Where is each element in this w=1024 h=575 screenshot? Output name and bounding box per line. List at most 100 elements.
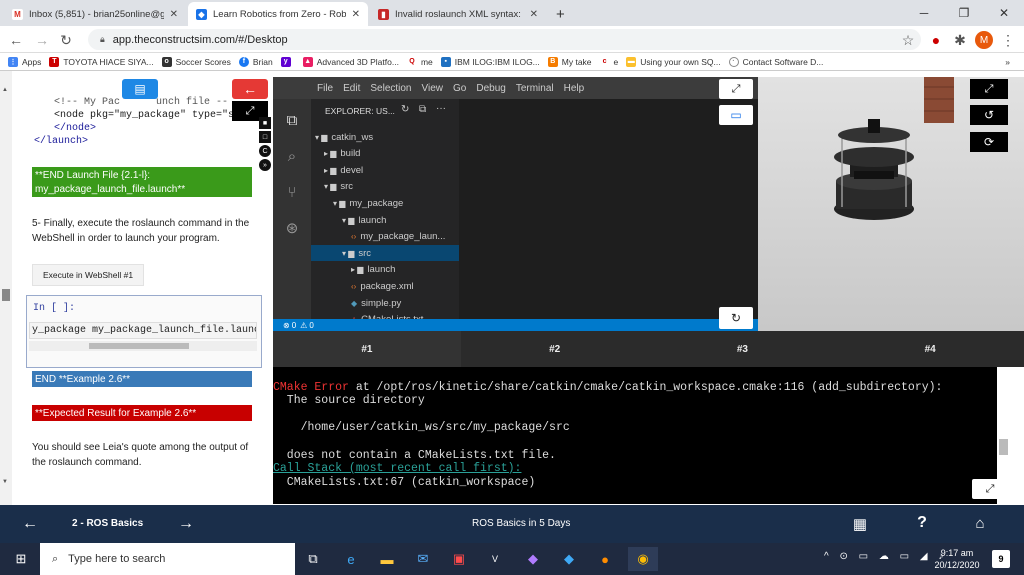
menu-selection[interactable]: Selection	[370, 83, 411, 94]
fast-forward-icon[interactable]: »	[259, 159, 271, 171]
tab-webshell-2[interactable]: #2	[461, 331, 649, 367]
explorer-item[interactable]: ‹› my_package_laun...	[311, 229, 459, 245]
tab-webshell-3[interactable]: #3	[649, 331, 837, 367]
bookmark-yahoo[interactable]: y	[280, 56, 295, 67]
visual-studio-icon[interactable]: ◆	[518, 547, 548, 571]
tab-learn-robotics[interactable]: ◆ Learn Robotics from Zero - Robo ✕	[188, 2, 368, 26]
explorer-item[interactable]: ▸ ▆ launch	[311, 262, 459, 278]
tab-webshell-4[interactable]: #4	[836, 331, 1024, 367]
cell-hscrollbar[interactable]	[29, 341, 257, 351]
pinterest-icon[interactable]: ●	[926, 30, 946, 50]
bookmark-sql[interactable]: ▬ Using your own SQ...	[626, 56, 721, 67]
reload-icon[interactable]: ↻	[719, 307, 753, 329]
reload-icon[interactable]: ↻	[56, 30, 76, 50]
scrollbar-thumb[interactable]	[89, 343, 189, 349]
explorer-item[interactable]: ▸ ▆ build	[311, 146, 459, 162]
clock[interactable]: 9:17 am 20/12/2020	[932, 547, 982, 571]
notifications-icon[interactable]: 9	[992, 550, 1010, 568]
menu-debug[interactable]: Debug	[476, 83, 505, 94]
menu-terminal[interactable]: Terminal	[516, 83, 554, 94]
menu-file[interactable]: File	[317, 83, 333, 94]
venturity-icon[interactable]: V	[480, 547, 510, 571]
explorer-item[interactable]: ▸ ▆ devel	[311, 162, 459, 178]
close-icon[interactable]: ✕	[170, 9, 178, 20]
search-icon[interactable]: ⌕	[281, 145, 303, 167]
extensions-icon[interactable]: ✱	[950, 30, 970, 50]
forward-icon[interactable]: →	[32, 30, 52, 50]
bookmark-toyota[interactable]: T TOYOTA HIACE SIYA...	[49, 56, 154, 67]
tab-webshell-1[interactable]: #1	[273, 331, 461, 367]
mail-icon[interactable]: ✉	[408, 547, 438, 571]
expand-icon[interactable]: ⤢	[719, 79, 753, 99]
files-icon[interactable]: ⧉	[281, 109, 303, 131]
tab-gmail[interactable]: M Inbox (5,851) - brian25online@gi ✕	[4, 2, 186, 26]
explorer-item[interactable]: ‹› package.xml	[311, 278, 459, 294]
scrollbar-thumb[interactable]	[999, 439, 1008, 455]
execute-webshell-button[interactable]: Execute in WebShell #1	[32, 264, 144, 286]
explorer-item[interactable]: ▾ ▆ launch	[311, 212, 459, 228]
home-icon[interactable]: ⌂	[970, 513, 990, 533]
taskbar-search[interactable]: ⌕ Type here to search	[40, 543, 295, 575]
explorer-item[interactable]: ▾ ▆ src	[311, 245, 459, 262]
terminal-scrollbar[interactable]	[997, 367, 1010, 477]
reset-simulation-icon[interactable]: ⟳	[970, 132, 1008, 152]
tab-ros-answers[interactable]: ▮ Invalid roslaunch XML syntax: no ✕	[370, 2, 546, 26]
drag-handle[interactable]	[2, 289, 10, 301]
minimize-icon[interactable]: ─	[904, 0, 944, 26]
arrow-left-icon[interactable]: ←	[232, 79, 268, 99]
close-icon[interactable]: ✕	[352, 9, 360, 20]
restore-icon[interactable]: ❐	[944, 0, 984, 26]
url-field[interactable]: 🔒︎ app.theconstructsim.com/#/Desktop	[88, 29, 921, 50]
fullscreen-icon[interactable]: ⤢	[970, 79, 1008, 99]
notebook-icon[interactable]: ▤	[122, 79, 158, 99]
code-cell[interactable]: In [ ]: y_package my_package_launch_file…	[26, 295, 262, 368]
new-tab-button[interactable]: +	[548, 2, 574, 26]
edge-icon[interactable]: e	[336, 547, 366, 571]
menu-view[interactable]: View	[422, 83, 444, 94]
menu-help[interactable]: Help	[564, 83, 585, 94]
app-icon[interactable]: ●	[590, 547, 620, 571]
help-icon[interactable]: ?	[912, 513, 932, 533]
square-icon[interactable]: □	[259, 131, 271, 143]
menu-edit[interactable]: Edit	[343, 83, 360, 94]
extensions-icon[interactable]: ⊛	[281, 217, 303, 239]
close-window-icon[interactable]: ✕	[984, 0, 1024, 26]
system-tray[interactable]: ^ ⊙ ▭ ☁ ▭ ◢ ♪	[824, 551, 947, 562]
bookmark-soccer[interactable]: o Soccer Scores	[161, 56, 231, 67]
grid-icon[interactable]: ▦	[850, 514, 870, 534]
webshell-terminal[interactable]: CMake Error at /opt/ros/kinetic/share/ca…	[273, 367, 997, 504]
prev-unit-icon[interactable]: ←	[20, 514, 40, 534]
cell-input[interactable]: y_package my_package_launch_file.launch	[29, 322, 257, 339]
monitor-icon[interactable]: ▭	[719, 105, 753, 125]
gift-icon[interactable]: ▣	[444, 547, 474, 571]
bookmark-brian[interactable]: f Brian	[238, 56, 273, 67]
scroll-down-icon[interactable]: ▼	[2, 479, 8, 485]
scroll-up-icon[interactable]: ▲	[2, 87, 8, 93]
close-icon[interactable]: ✕	[530, 9, 538, 20]
gazebo-simulation[interactable]: ⤢ ↺ ⟳	[758, 77, 1024, 331]
notebook-scrollbar[interactable]: ▲ ▼	[0, 71, 12, 505]
task-view-icon[interactable]: ⧉	[298, 547, 328, 571]
bookmark-me[interactable]: Qme	[406, 56, 433, 67]
windows-start-icon[interactable]: ⊞	[6, 547, 36, 571]
avatar[interactable]: M	[975, 31, 993, 49]
bookmarks-more[interactable]: »	[1005, 57, 1010, 67]
bookmark-contact-software[interactable]: · Contact Software D...	[728, 56, 823, 67]
menu-go[interactable]: Go	[453, 83, 466, 94]
refresh-icon[interactable]: ↻	[401, 104, 409, 115]
menu-icon[interactable]: ⋮	[998, 30, 1018, 50]
restart-icon[interactable]: C	[259, 145, 271, 157]
stop-icon[interactable]: ■	[259, 117, 271, 129]
collapse-icon[interactable]: ⧉	[419, 104, 426, 115]
bookmark-advanced-3d[interactable]: ▲ Advanced 3D Platfo...	[302, 56, 399, 67]
vscode-icon[interactable]: ◆	[554, 547, 584, 571]
chrome-icon[interactable]: ◉	[628, 547, 658, 571]
explorer-item[interactable]: ▾ ▆ my_package	[311, 195, 459, 211]
explorer-item[interactable]: ▾ ▆ src	[311, 179, 459, 195]
reset-view-icon[interactable]: ↺	[970, 105, 1008, 125]
back-icon[interactable]: ←	[6, 30, 26, 50]
source-control-icon[interactable]: ⑂	[281, 181, 303, 203]
terminal-expand-icon[interactable]: ⤢	[972, 479, 1008, 499]
bookmark-ibm[interactable]: ▪ IBM ILOG:IBM ILOG...	[440, 56, 540, 67]
explorer-item[interactable]: ◆ simple.py	[311, 295, 459, 311]
